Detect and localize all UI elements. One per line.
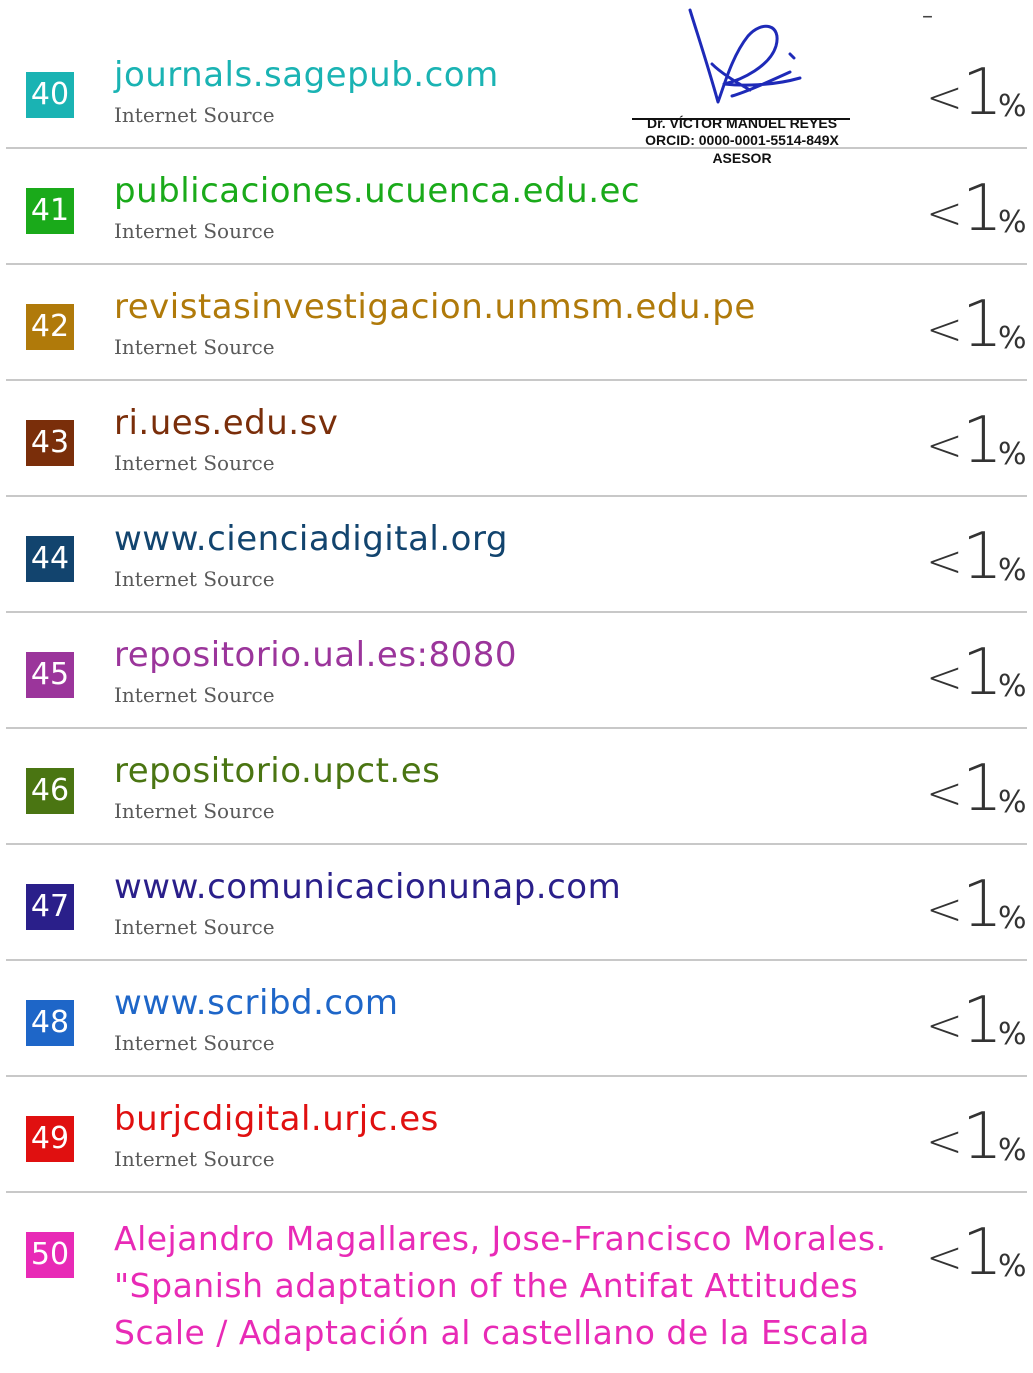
percent-value: <1%: [926, 755, 1030, 825]
source-type: Internet Source: [114, 683, 275, 707]
percent-number: 1: [962, 636, 1003, 710]
percent-value: <1%: [926, 1219, 1030, 1289]
source-title: ri.ues.edu.sv: [114, 403, 339, 443]
source-number-badge: 40: [26, 72, 74, 118]
percent-lt: <: [926, 652, 963, 703]
source-type: Internet Source: [114, 567, 275, 591]
percent-lt: <: [926, 1232, 963, 1283]
source-number-badge: 43: [26, 420, 74, 466]
percent-number: 1: [962, 752, 1003, 826]
percent-value: <1%: [926, 1103, 1030, 1173]
source-type: Internet Source: [114, 451, 275, 475]
handwritten-signature: [688, 8, 802, 104]
percent-lt: <: [926, 304, 963, 355]
percent-lt: <: [926, 1116, 963, 1167]
source-title: repositorio.upct.es: [114, 751, 441, 791]
percent-lt: <: [926, 188, 963, 239]
percent-sign: %: [998, 89, 1027, 124]
percent-value: <1%: [926, 407, 1030, 477]
percent-number: 1: [962, 56, 1003, 130]
percent-value: <1%: [926, 987, 1030, 1057]
source-row: 49 burjcdigital.urjc.es Internet Source …: [0, 1077, 1033, 1193]
source-number-badge: 41: [26, 188, 74, 234]
percent-sign: %: [998, 669, 1027, 704]
advisor-signature-stamp: Dr. VÍCTOR MANUEL REYES ORCID: 0000-0001…: [632, 6, 852, 168]
source-row: 48 www.scribd.com Internet Source <1%: [0, 961, 1033, 1077]
percent-lt: <: [926, 1000, 963, 1051]
signature-role: ASESOR: [712, 150, 772, 166]
percent-value: <1%: [926, 59, 1030, 129]
percent-value: <1%: [926, 291, 1030, 361]
percent-number: 1: [962, 1100, 1003, 1174]
source-title: publicaciones.ucuenca.edu.ec: [114, 171, 641, 211]
percent-lt: <: [926, 72, 963, 123]
citation-line: Alejandro Magallares, Jose-Francisco Mor…: [114, 1219, 887, 1258]
source-number-badge: 49: [26, 1116, 74, 1162]
source-number-badge: 46: [26, 768, 74, 814]
source-type: Internet Source: [114, 219, 275, 243]
source-list: 40 journals.sagepub.com Internet Source …: [0, 33, 1033, 1373]
source-number-badge: 44: [26, 536, 74, 582]
source-number-badge: 48: [26, 1000, 74, 1046]
source-row: 47 www.comunicacionunap.com Internet Sou…: [0, 845, 1033, 961]
source-row: 41 publicaciones.ucuenca.edu.ec Internet…: [0, 149, 1033, 265]
percent-lt: <: [926, 768, 963, 819]
percent-sign: %: [998, 785, 1027, 820]
source-title: www.scribd.com: [114, 983, 399, 1023]
source-number-badge: 50: [26, 1232, 74, 1278]
percent-number: 1: [962, 868, 1003, 942]
percent-sign: %: [998, 437, 1027, 472]
percent-sign: %: [998, 205, 1027, 240]
source-type: Internet Source: [114, 103, 275, 127]
signature-name: Dr. VÍCTOR MANUEL REYES: [646, 115, 838, 131]
signature-orcid: ORCID: 0000-0001-5514-849X: [645, 132, 839, 148]
source-row: 45 repositorio.ual.es:8080 Internet Sour…: [0, 613, 1033, 729]
top-dash-mark: –: [922, 4, 933, 29]
source-type: Internet Source: [114, 799, 275, 823]
source-title: repositorio.ual.es:8080: [114, 635, 518, 675]
source-number-badge: 42: [26, 304, 74, 350]
percent-sign: %: [998, 1249, 1027, 1284]
source-title: revistasinvestigacion.unmsm.edu.pe: [114, 287, 756, 327]
percent-number: 1: [962, 288, 1003, 362]
percent-lt: <: [926, 536, 963, 587]
percent-number: 1: [962, 520, 1003, 594]
percent-value: <1%: [926, 871, 1030, 941]
source-title: burjcdigital.urjc.es: [114, 1099, 439, 1139]
source-type: Internet Source: [114, 1031, 275, 1055]
percent-sign: %: [998, 1133, 1027, 1168]
source-row: 44 www.cienciadigital.org Internet Sourc…: [0, 497, 1033, 613]
source-row: 40 journals.sagepub.com Internet Source …: [0, 33, 1033, 149]
percent-sign: %: [998, 901, 1027, 936]
source-type: Internet Source: [114, 1147, 275, 1171]
percent-number: 1: [962, 984, 1003, 1058]
source-row: 46 repositorio.upct.es Internet Source <…: [0, 729, 1033, 845]
citation-line: "Spanish adaptation of the Antifat Attit…: [114, 1266, 859, 1305]
percent-value: <1%: [926, 175, 1030, 245]
source-row: 42 revistasinvestigacion.unmsm.edu.pe In…: [0, 265, 1033, 381]
source-type: Internet Source: [114, 335, 275, 359]
percent-lt: <: [926, 420, 963, 471]
percent-lt: <: [926, 884, 963, 935]
source-row: 50 Alejandro Magallares, Jose-Francisco …: [0, 1193, 1033, 1373]
percent-value: <1%: [926, 639, 1030, 709]
source-title: www.comunicacionunap.com: [114, 867, 622, 907]
percent-sign: %: [998, 1017, 1027, 1052]
source-number-badge: 47: [26, 884, 74, 930]
citation-line: Scale / Adaptación al castellano de la E…: [114, 1313, 870, 1352]
source-type: Internet Source: [114, 915, 275, 939]
percent-value: <1%: [926, 523, 1030, 593]
percent-sign: %: [998, 553, 1027, 588]
percent-number: 1: [962, 1216, 1003, 1290]
source-row: 43 ri.ues.edu.sv Internet Source <1%: [0, 381, 1033, 497]
source-title: www.cienciadigital.org: [114, 519, 508, 559]
source-title: journals.sagepub.com: [114, 55, 499, 95]
source-number-badge: 45: [26, 652, 74, 698]
percent-number: 1: [962, 172, 1003, 246]
percent-number: 1: [962, 404, 1003, 478]
source-citation: Alejandro Magallares, Jose-Francisco Mor…: [114, 1215, 887, 1356]
percent-sign: %: [998, 321, 1027, 356]
